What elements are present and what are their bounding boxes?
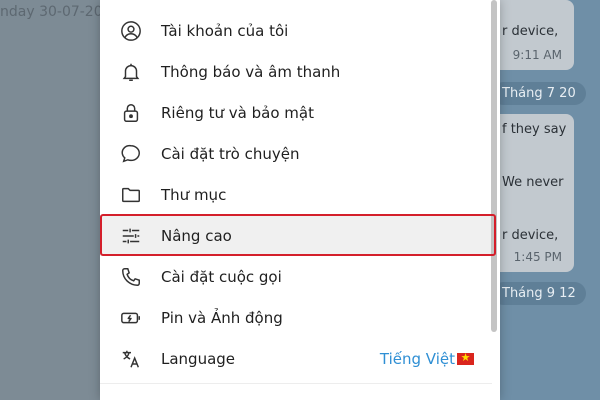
- menu-divider: [100, 383, 492, 384]
- menu-item-label: Riêng tư và bảo mật: [161, 103, 314, 122]
- settings-menu: Tài khoản của tôi Thông báo và âm thanh …: [100, 0, 500, 400]
- menu-item-call-settings[interactable]: Cài đặt cuộc gọi: [100, 256, 492, 297]
- menu-item-label: Nâng cao: [161, 226, 232, 245]
- menu-item-battery-animations[interactable]: Pin và Ảnh động: [100, 297, 492, 338]
- menu-item-label: Pin và Ảnh động: [161, 308, 283, 327]
- date-pill: Tháng 9 12: [492, 282, 586, 305]
- lock-icon: [120, 102, 142, 124]
- vietnam-flag-icon: [457, 350, 474, 366]
- language-value-text: Tiếng Việt: [379, 349, 455, 368]
- translate-icon: [120, 348, 142, 370]
- menu-item-notifications[interactable]: Thông báo và âm thanh: [100, 51, 492, 92]
- phone-icon: [120, 266, 142, 288]
- account-icon: [120, 20, 142, 42]
- date-pill: Tháng 7 20: [492, 82, 586, 105]
- menu-item-label: Tài khoản của tôi: [161, 21, 289, 40]
- menu-item-language[interactable]: Language Tiếng Việt: [100, 338, 492, 379]
- folder-icon: [120, 184, 142, 206]
- message-text: We never: [502, 175, 564, 190]
- message-bubble[interactable]: r device, 9:11 AM: [494, 0, 574, 70]
- battery-icon: [120, 307, 142, 329]
- message-text: f they say: [502, 122, 567, 137]
- menu-item-label: Thư mục: [161, 185, 227, 204]
- message-text: r device,: [502, 228, 559, 243]
- message-text: r device,: [502, 24, 559, 39]
- menu-item-folders[interactable]: Thư mục: [100, 174, 492, 215]
- menu-item-label: Language: [161, 349, 236, 368]
- menu-item-privacy[interactable]: Riêng tư và bảo mật: [100, 92, 492, 133]
- menu-item-label: Cài đặt cuộc gọi: [161, 267, 282, 286]
- sliders-icon: [120, 225, 142, 247]
- menu-item-label: Thông báo và âm thanh: [161, 62, 341, 81]
- menu-item-my-account[interactable]: Tài khoản của tôi: [100, 10, 492, 51]
- message-time: 9:11 AM: [512, 48, 562, 62]
- bell-icon: [120, 61, 142, 83]
- menu-item-chat-settings[interactable]: Cài đặt trò chuyện: [100, 133, 492, 174]
- screen: nday 30-07-2023 r device, 9:11 AM Tháng …: [0, 0, 600, 400]
- message-bubble[interactable]: f they say We never r device, 1:45 PM: [494, 114, 574, 272]
- chat-bubble-icon: [120, 143, 142, 165]
- menu-item-label: Cài đặt trò chuyện: [161, 144, 300, 163]
- menu-scrollbar[interactable]: [491, 0, 497, 332]
- language-value: Tiếng Việt: [380, 350, 474, 368]
- menu-item-advanced[interactable]: Nâng cao: [100, 215, 492, 256]
- message-time: 1:45 PM: [513, 250, 562, 264]
